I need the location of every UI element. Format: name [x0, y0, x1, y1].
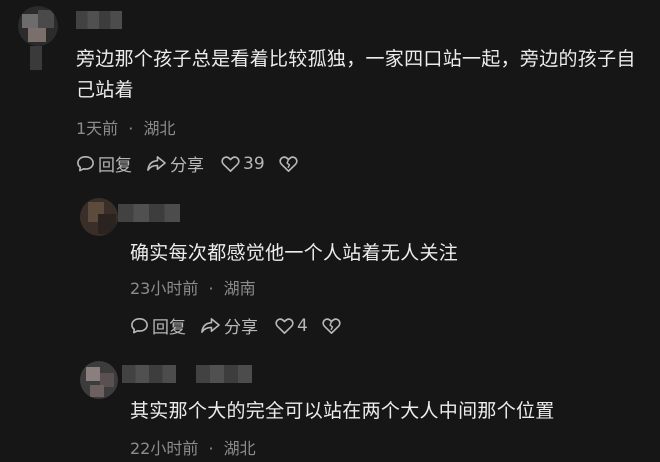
like-count: 39 — [243, 153, 265, 174]
location: 湖北 — [223, 439, 256, 458]
timestamp: 1天前 — [76, 119, 119, 138]
separator: · — [208, 439, 214, 458]
comment-item: 旁边那个孩子总是看着比较孤独，一家四口站一起，旁边的孩子自己站着 1天前 · 湖… — [0, 0, 660, 180]
reply-item: 确实每次都感觉他一个人站着无人关注 23小时前 · 湖南 回复 分享 4 — [0, 190, 660, 340]
like-count: 4 — [297, 315, 308, 336]
avatar[interactable] — [80, 198, 118, 236]
avatar[interactable] — [80, 361, 118, 399]
username[interactable] — [76, 11, 122, 29]
comment-text: 确实每次都感觉他一个人站着无人关注 — [130, 242, 459, 264]
reply-icon — [131, 318, 148, 334]
comment-actions: 回复 分享 39 — [76, 151, 298, 176]
reply-label: 回复 — [98, 156, 132, 176]
share-label: 分享 — [224, 318, 258, 338]
timestamp: 22小时前 — [130, 439, 199, 458]
share-button[interactable]: 分享 — [200, 313, 258, 338]
comment-text: 其实那个大的完全可以站在两个大人中间那个位置 — [130, 400, 555, 422]
reply-icon — [77, 156, 94, 172]
comment-meta: 23小时前 · 湖南 — [130, 275, 256, 299]
username-badge — [196, 365, 252, 383]
like-button[interactable]: 39 — [221, 154, 265, 174]
broken-heart-icon — [278, 155, 298, 172]
username[interactable] — [118, 204, 180, 222]
share-button[interactable]: 分享 — [146, 151, 204, 176]
dislike-button[interactable] — [278, 155, 298, 173]
location: 湖北 — [143, 119, 176, 138]
share-label: 分享 — [170, 156, 204, 176]
location: 湖南 — [223, 279, 256, 298]
avatar-tail — [30, 46, 42, 70]
comment-meta: 22小时前 · 湖北 — [130, 435, 256, 459]
separator: · — [208, 279, 214, 298]
broken-heart-icon — [322, 317, 341, 334]
share-icon — [147, 156, 166, 171]
dislike-button[interactable] — [322, 317, 341, 335]
reply-item: 其实那个大的完全可以站在两个大人中间那个位置 22小时前 · 湖北 — [0, 355, 660, 462]
reply-button[interactable]: 回复 — [130, 313, 186, 338]
separator: · — [128, 119, 134, 138]
heart-icon — [221, 155, 240, 172]
comment-meta: 1天前 · 湖北 — [76, 115, 175, 139]
avatar[interactable] — [18, 6, 58, 46]
like-button[interactable]: 4 — [275, 316, 308, 336]
reply-button[interactable]: 回复 — [76, 151, 132, 176]
reply-label: 回复 — [152, 318, 186, 338]
comment-text: 旁边那个孩子总是看着比较孤独，一家四口站一起，旁边的孩子自己站着 — [76, 48, 636, 101]
share-icon — [201, 318, 220, 333]
username[interactable] — [122, 365, 176, 383]
heart-icon — [275, 317, 294, 334]
timestamp: 23小时前 — [130, 279, 199, 298]
comment-actions: 回复 分享 4 — [130, 313, 341, 338]
